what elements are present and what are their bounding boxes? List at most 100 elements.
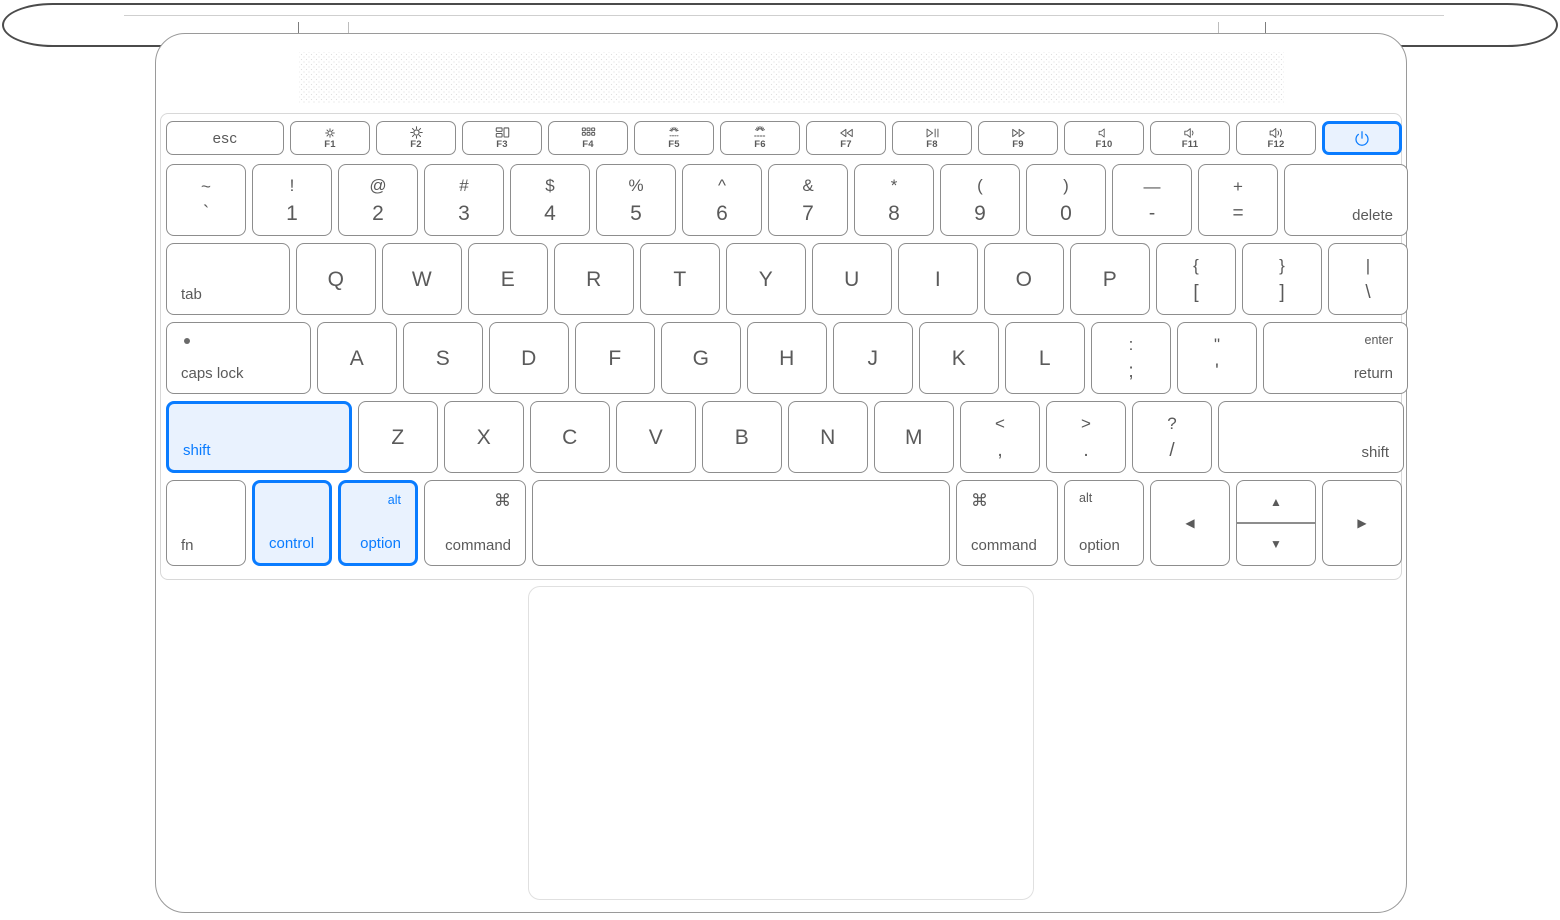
key-a[interactable]: A (317, 322, 397, 394)
key-delete[interactable]: delete (1284, 164, 1408, 236)
key-f11[interactable]: F11 (1150, 121, 1230, 155)
key-labels: & 7 (802, 177, 814, 224)
key-rshift[interactable]: shift (1218, 401, 1404, 473)
key-fn-label: F8 (926, 139, 938, 151)
key-right[interactable]: ▶ (1322, 480, 1402, 566)
key-equal[interactable]: + = (1198, 164, 1278, 236)
key-backtick[interactable]: ~ ` (166, 164, 246, 236)
arrow-down-icon[interactable]: ▼ (1237, 524, 1315, 565)
key-space[interactable] (532, 480, 950, 566)
key-8[interactable]: * 8 (854, 164, 934, 236)
key-label-top: ( (977, 175, 983, 195)
key-lshift[interactable]: shift (166, 401, 352, 473)
key-w[interactable]: W (382, 243, 462, 315)
key-label-bottom: 4 (544, 201, 556, 225)
key-quote[interactable]: " ' (1177, 322, 1257, 394)
key-2[interactable]: @2 (338, 164, 418, 236)
key-f9[interactable]: F9 (978, 121, 1058, 155)
key-7[interactable]: & 7 (768, 164, 848, 236)
key-label: P (1102, 267, 1118, 291)
key-f4[interactable]: F4 (548, 121, 628, 155)
key-3[interactable]: #3 (424, 164, 504, 236)
key-backslash[interactable]: | \ (1328, 243, 1408, 315)
key-period[interactable]: >. (1046, 401, 1126, 473)
key-f12[interactable]: F12 (1236, 121, 1316, 155)
keyboard-dim-icon (666, 126, 682, 139)
key-label-bottom: ' (1215, 360, 1219, 382)
key-6[interactable]: ^ 6 (682, 164, 762, 236)
key-f8[interactable]: F8 (892, 121, 972, 155)
key-lcommand[interactable]: ⌘ command (424, 480, 526, 566)
key-u[interactable]: U (812, 243, 892, 315)
key-4[interactable]: $4 (510, 164, 590, 236)
key-v[interactable]: V (616, 401, 696, 473)
key-labels: {[ (1193, 257, 1199, 302)
key-control[interactable]: control (252, 480, 332, 566)
key-rcommand[interactable]: ⌘ command (956, 480, 1058, 566)
key-return[interactable]: enter return (1263, 322, 1408, 394)
key-label: shift (183, 442, 211, 459)
arrow-up-icon[interactable]: ▲ (1237, 481, 1315, 522)
key-slash[interactable]: ? / (1132, 401, 1212, 473)
key-label: D (521, 346, 537, 370)
key-power[interactable] (1322, 121, 1402, 155)
key-f3[interactable]: F3 (462, 121, 542, 155)
key-n[interactable]: N (788, 401, 868, 473)
key-k[interactable]: K (919, 322, 999, 394)
arrow-right-icon: ▶ (1357, 516, 1367, 530)
key-f10[interactable]: F10 (1064, 121, 1144, 155)
key-minus[interactable]: — - (1112, 164, 1192, 236)
key-b[interactable]: B (702, 401, 782, 473)
key-semicolon[interactable]: :; (1091, 322, 1171, 394)
key-fn[interactable]: fn (166, 480, 246, 566)
key-rbracket[interactable]: }] (1242, 243, 1322, 315)
laptop-keyboard-diagram: esc F1 F2 F3 F4 F5 F6 F7 F8 F9 F10 F11 F12 ~ `! 1 @2 #3 $… (0, 0, 1560, 920)
key-r[interactable]: R (554, 243, 634, 315)
key-h[interactable]: H (747, 322, 827, 394)
key-roption[interactable]: alt option (1064, 480, 1144, 566)
key-capslock[interactable]: caps lock (166, 322, 311, 394)
key-9[interactable]: (9 (940, 164, 1020, 236)
key-label-bottom: 9 (974, 201, 986, 225)
key-0[interactable]: ) 0 (1026, 164, 1106, 236)
key-f7[interactable]: F7 (806, 121, 886, 155)
key-x[interactable]: X (444, 401, 524, 473)
key-label-top: | (1365, 255, 1371, 275)
key-c[interactable]: C (530, 401, 610, 473)
key-t[interactable]: T (640, 243, 720, 315)
key-f2[interactable]: F2 (376, 121, 456, 155)
key-q[interactable]: Q (296, 243, 376, 315)
key-f1[interactable]: F1 (290, 121, 370, 155)
trackpad[interactable] (528, 586, 1034, 900)
key-labels: @2 (369, 177, 386, 224)
key-left[interactable]: ◀ (1150, 480, 1230, 566)
key-labels: <, (995, 415, 1005, 460)
key-comma[interactable]: <, (960, 401, 1040, 473)
key-i[interactable]: I (898, 243, 978, 315)
key-m[interactable]: M (874, 401, 954, 473)
key-label: K (951, 346, 967, 370)
key-5[interactable]: % 5 (596, 164, 676, 236)
key-f[interactable]: F (575, 322, 655, 394)
key-e[interactable]: E (468, 243, 548, 315)
key-p[interactable]: P (1070, 243, 1150, 315)
key-s[interactable]: S (403, 322, 483, 394)
key-f6[interactable]: F6 (720, 121, 800, 155)
key-z[interactable]: Z (358, 401, 438, 473)
key-label-bottom: 1 (286, 201, 298, 225)
key-l[interactable]: L (1005, 322, 1085, 394)
key-1[interactable]: ! 1 (252, 164, 332, 236)
key-tab[interactable]: tab (166, 243, 290, 315)
key-esc[interactable]: esc (166, 121, 284, 155)
key-label-top: % (628, 175, 644, 195)
key-updown[interactable]: ▲ ▼ (1236, 480, 1316, 566)
key-lbracket[interactable]: {[ (1156, 243, 1236, 315)
key-y[interactable]: Y (726, 243, 806, 315)
key-d[interactable]: D (489, 322, 569, 394)
key-f5[interactable]: F5 (634, 121, 714, 155)
key-o[interactable]: O (984, 243, 1064, 315)
key-j[interactable]: J (833, 322, 913, 394)
key-loption[interactable]: alt option (338, 480, 418, 566)
key-label-bottom: 6 (716, 201, 728, 225)
key-g[interactable]: G (661, 322, 741, 394)
